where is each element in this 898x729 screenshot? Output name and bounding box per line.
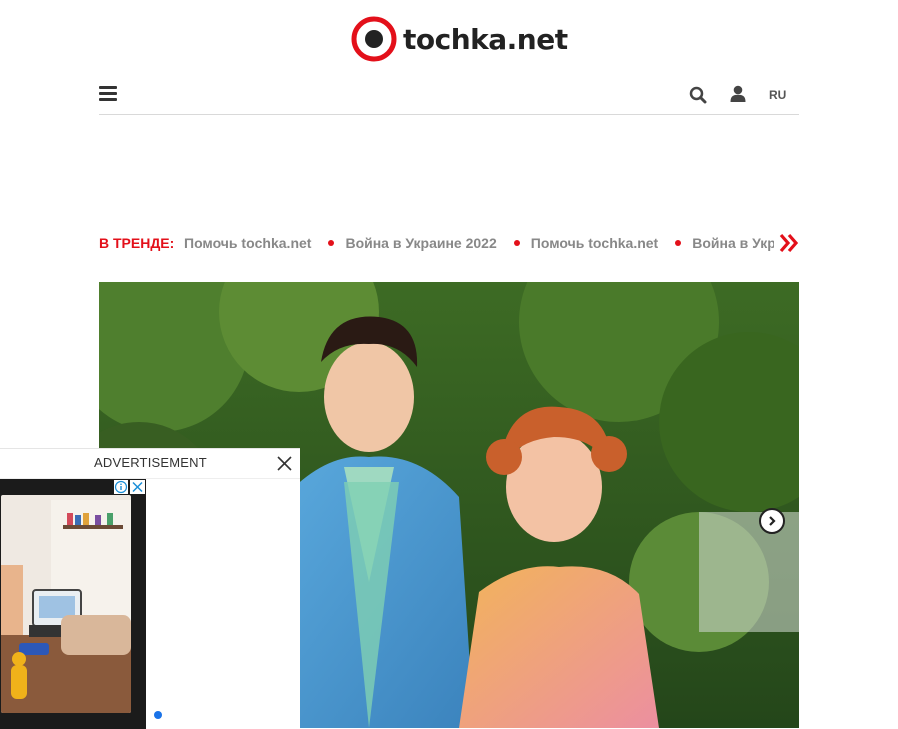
info-icon[interactable] xyxy=(114,480,128,494)
site-logo[interactable]: tochka.net xyxy=(351,16,568,62)
trending-bar: В ТРЕНДЕ: Помочь tochka.net Война в Укра… xyxy=(99,232,799,256)
close-icon[interactable] xyxy=(276,455,293,477)
bullet-dot-icon xyxy=(675,240,682,246)
bullet-dot-icon xyxy=(328,240,335,246)
ad-header: ADVERTISEMENT xyxy=(0,449,300,479)
user-icon[interactable] xyxy=(730,85,746,108)
ad-creative[interactable] xyxy=(0,479,146,729)
trending-item-label: Война в Украине 2022 xyxy=(692,235,774,251)
chevron-right-icon[interactable] xyxy=(759,508,785,534)
double-chevron-right-icon[interactable] xyxy=(778,232,799,256)
ad-label: ADVERTISEMENT xyxy=(94,455,207,470)
logo-mark-icon xyxy=(351,16,397,62)
bullet-dot-icon xyxy=(513,240,520,246)
ad-image xyxy=(1,495,131,713)
trending-item[interactable]: Помочь tochka.net xyxy=(184,235,311,251)
trending-item-label: Помочь tochka.net xyxy=(530,235,659,251)
trending-item[interactable]: Война в Украине 2022 xyxy=(311,235,497,251)
ad-panel: ADVERTISEMENT xyxy=(0,448,300,729)
trending-item[interactable]: Помочь tochka.net xyxy=(497,235,658,251)
main-navbar: RU xyxy=(99,74,799,115)
search-icon[interactable] xyxy=(689,86,707,109)
logo-text: tochka.net xyxy=(403,22,568,56)
language-switch[interactable]: RU xyxy=(769,88,786,102)
trending-track: Помочь tochka.net Война в Украине 2022 П… xyxy=(184,235,774,255)
trending-label: В ТРЕНДЕ: xyxy=(99,235,175,251)
hamburger-icon[interactable] xyxy=(99,86,117,102)
trending-item-label: Помочь tochka.net xyxy=(184,235,312,251)
trending-item[interactable]: Война в Украине 2022 xyxy=(658,235,774,251)
trending-item-label: Война в Украине 2022 xyxy=(345,235,497,251)
carousel-dot-icon[interactable] xyxy=(154,711,162,719)
close-icon[interactable] xyxy=(130,480,145,494)
